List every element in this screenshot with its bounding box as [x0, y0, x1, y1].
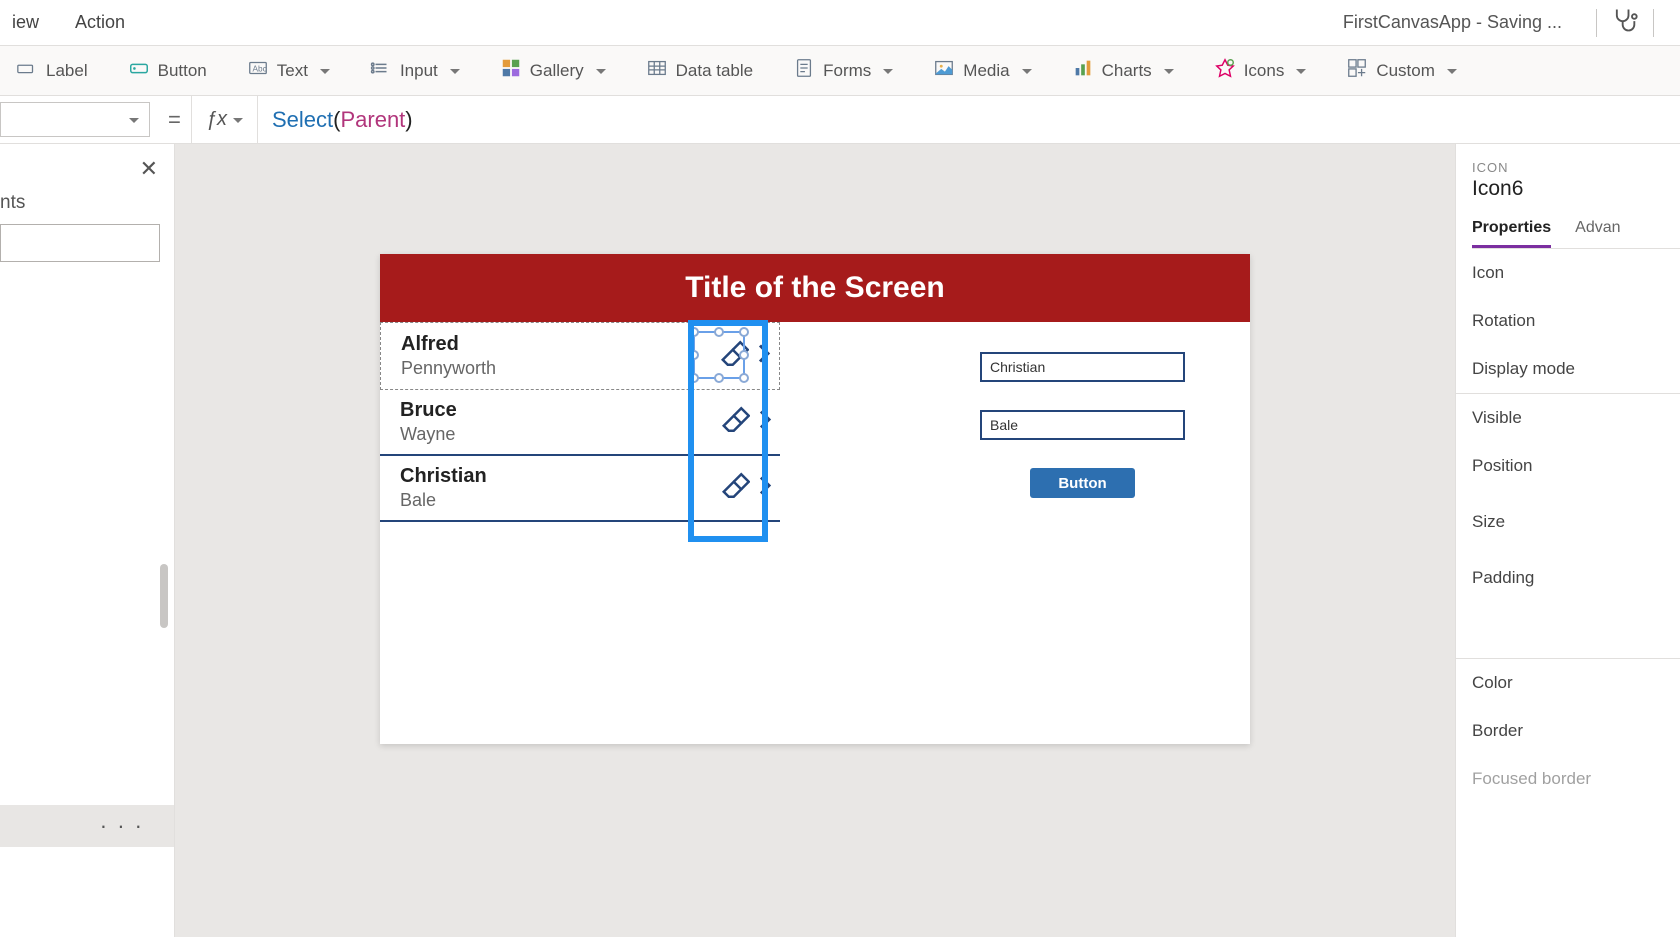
gallery-item-firstname: Bruce	[400, 398, 768, 423]
insert-datatable-button[interactable]: Data table	[640, 53, 760, 88]
prop-position[interactable]: Position	[1472, 442, 1680, 490]
tab-properties[interactable]: Properties	[1472, 219, 1551, 248]
gallery-item-firstname: Alfred	[401, 332, 767, 357]
prop-display-mode[interactable]: Display mode	[1472, 345, 1680, 393]
gallery-item-lastname: Wayne	[400, 423, 768, 446]
formula-function: Select	[272, 107, 333, 133]
divider	[1653, 9, 1654, 37]
insert-gallery-dropdown[interactable]: Gallery	[494, 53, 612, 88]
gallery-item[interactable]: Alfred Pennyworth	[380, 322, 780, 390]
custom-icon	[1346, 57, 1368, 84]
gallery[interactable]: Alfred Pennyworth	[380, 322, 780, 522]
control-type-label: ICON	[1472, 160, 1680, 175]
insert-custom-dropdown[interactable]: Custom	[1340, 53, 1463, 88]
input-icon	[370, 57, 392, 84]
prop-visible[interactable]: Visible	[1472, 394, 1680, 442]
lastname-input[interactable]	[980, 410, 1185, 440]
insert-ribbon: Label Button Abc Text Input Gallery Data…	[0, 46, 1680, 96]
document-title: FirstCanvasApp - Saving ...	[1343, 12, 1582, 33]
insert-text-dropdown[interactable]: Abc Text	[241, 53, 336, 88]
icons-icon	[1214, 57, 1236, 84]
close-icon[interactable]: ✕	[140, 156, 158, 182]
menu-action[interactable]: Action	[75, 12, 125, 33]
erase-icon[interactable]	[720, 471, 750, 506]
prop-size[interactable]: Size	[1472, 498, 1680, 546]
insert-input-dropdown[interactable]: Input	[364, 53, 466, 88]
prop-color[interactable]: Color	[1472, 659, 1680, 707]
formula-arg: Parent	[340, 107, 405, 133]
screen-title: Title of the Screen	[380, 254, 1250, 322]
label-icon	[16, 57, 38, 84]
fx-button[interactable]: ƒx	[191, 96, 257, 143]
tree-search-input[interactable]	[0, 224, 160, 262]
datatable-icon	[646, 57, 668, 84]
prop-border[interactable]: Border	[1472, 707, 1680, 755]
prop-icon[interactable]: Icon	[1472, 249, 1680, 297]
svg-text:Abc: Abc	[252, 65, 266, 74]
equals-sign: =	[158, 96, 191, 143]
gallery-item[interactable]: Christian Bale	[380, 456, 780, 522]
text-icon: Abc	[247, 57, 269, 84]
chevron-right-icon[interactable]	[758, 474, 772, 503]
gallery-item-lastname: Pennyworth	[401, 357, 767, 380]
tab-advanced[interactable]: Advan	[1575, 219, 1620, 248]
firstname-input[interactable]	[980, 352, 1185, 382]
tree-view-pane: ✕ nts · · ·	[0, 144, 175, 937]
menu-view[interactable]: iew	[12, 12, 39, 33]
insert-media-dropdown[interactable]: Media	[927, 53, 1037, 88]
insert-label-button[interactable]: Label	[10, 53, 94, 88]
forms-icon	[793, 57, 815, 84]
chevron-right-icon[interactable]	[757, 342, 771, 371]
app-checker-icon[interactable]	[1611, 6, 1639, 39]
menubar: iew Action FirstCanvasApp - Saving ...	[0, 0, 1680, 46]
edit-form: Button	[780, 322, 1185, 522]
properties-pane: ICON Icon6 Properties Advan Icon Rotatio…	[1455, 144, 1680, 937]
submit-button[interactable]: Button	[1030, 468, 1135, 498]
charts-icon	[1072, 57, 1094, 84]
gallery-item-lastname: Bale	[400, 489, 768, 512]
divider	[1596, 9, 1597, 37]
media-icon	[933, 57, 955, 84]
tree-selected-item[interactable]: · · ·	[0, 805, 174, 847]
insert-button-button[interactable]: Button	[122, 53, 213, 88]
insert-charts-dropdown[interactable]: Charts	[1066, 53, 1180, 88]
prop-padding[interactable]: Padding	[1472, 554, 1680, 602]
gallery-item[interactable]: Bruce Wayne	[380, 390, 780, 456]
chevron-right-icon[interactable]	[758, 408, 772, 437]
button-icon	[128, 57, 150, 84]
control-name[interactable]: Icon6	[1472, 177, 1680, 201]
app-screen: Title of the Screen Alfred Pennyworth	[380, 254, 1250, 744]
erase-icon[interactable]	[719, 339, 749, 374]
canvas-area: Title of the Screen Alfred Pennyworth	[175, 144, 1455, 937]
property-dropdown[interactable]	[0, 102, 150, 137]
formula-input[interactable]: Select(Parent)	[257, 96, 1680, 143]
gallery-item-firstname: Christian	[400, 464, 768, 489]
scrollbar-thumb[interactable]	[160, 564, 168, 628]
insert-icons-dropdown[interactable]: Icons	[1208, 53, 1313, 88]
gallery-icon	[500, 57, 522, 84]
erase-icon[interactable]	[720, 405, 750, 440]
prop-rotation[interactable]: Rotation	[1472, 297, 1680, 345]
insert-forms-dropdown[interactable]: Forms	[787, 53, 899, 88]
formula-bar: = ƒx Select(Parent)	[0, 96, 1680, 144]
prop-focused-border[interactable]: Focused border	[1472, 755, 1680, 803]
